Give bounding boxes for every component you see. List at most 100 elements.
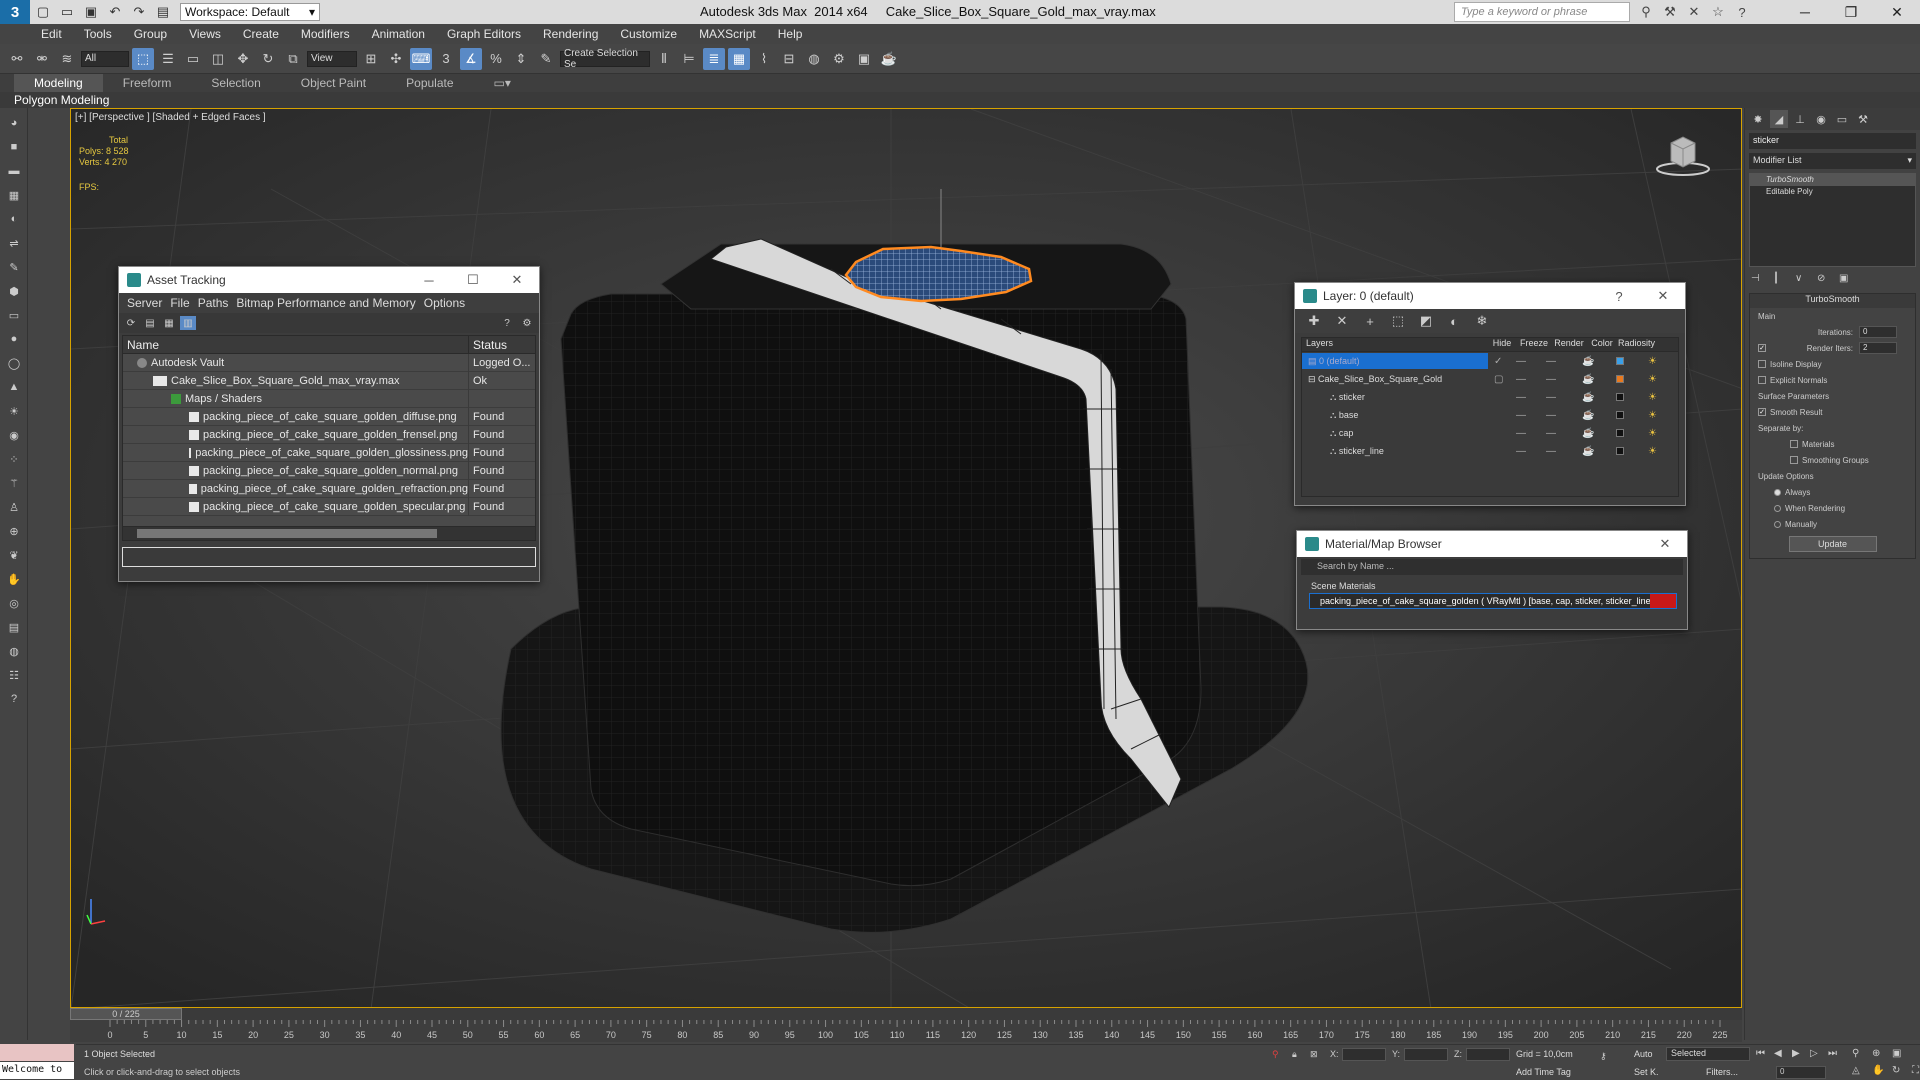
plane-icon[interactable]: ▬ [3, 162, 25, 180]
list-icon[interactable]: ☷ [3, 666, 25, 684]
layer-row[interactable]: ▤ 0 (default) ✓ — — ☕ ☀ [1302, 352, 1678, 370]
z-coordinate-field[interactable] [1466, 1048, 1510, 1061]
search-icon[interactable]: ⚲ [1636, 2, 1656, 22]
torus-icon[interactable]: ◯ [3, 354, 25, 372]
track-bar-ruler[interactable]: 0 5 10 15 20 25 30 35 40 45 50 55 60 65 70 75 80 85 90 95 10… [70, 1020, 1742, 1042]
key-filter-dropdown[interactable]: Selected [1666, 1047, 1750, 1061]
subscription-icon[interactable]: ⚒ [1660, 2, 1680, 22]
key-filters-button[interactable]: Filters... [1706, 1067, 1738, 1077]
y-coordinate-field[interactable] [1404, 1048, 1448, 1061]
spinner-snap-icon[interactable]: ⇕ [510, 48, 532, 70]
material-browser-titlebar[interactable]: Material/Map Browser ✕ [1297, 531, 1687, 557]
viewcube-icon[interactable] [1655, 133, 1711, 177]
tab-object-paint[interactable]: Object Paint [281, 74, 386, 92]
smoothing-groups-row[interactable]: Smoothing Groups [1750, 452, 1915, 468]
time-slider[interactable]: 0 / 225 [70, 1008, 182, 1020]
window-crossing-icon[interactable]: ◫ [207, 48, 229, 70]
maximize-icon[interactable]: ❐ [1828, 0, 1874, 24]
material-editor-icon[interactable]: ◍ [803, 48, 825, 70]
globe-icon[interactable]: ◎ [3, 594, 25, 612]
asset-menu-options[interactable]: Options [420, 296, 469, 310]
column-render[interactable]: Render [1552, 338, 1586, 351]
material-item[interactable]: packing_piece_of_cake_square_golden ( VR… [1309, 593, 1677, 609]
explicit-normals-checkbox[interactable] [1758, 376, 1766, 384]
select-in-layer-icon[interactable]: ⬚ [1389, 312, 1407, 330]
menu-animation[interactable]: Animation [361, 27, 436, 41]
horizontal-scrollbar[interactable] [123, 526, 535, 540]
unlink-icon[interactable]: ⚮ [31, 48, 53, 70]
radiosity-icon[interactable]: ☀ [1648, 356, 1657, 367]
maximize-icon[interactable]: ☐ [451, 267, 495, 293]
paint-icon[interactable]: ✎ [3, 258, 25, 276]
hierarchy-tab-icon[interactable]: ⊥ [1791, 110, 1809, 128]
render-production-icon[interactable]: ☕ [878, 48, 900, 70]
viewport-label[interactable]: [+] [Perspective ] [Shaded + Edged Faces… [75, 112, 266, 123]
render-teapot-icon[interactable]: ☕ [1582, 356, 1594, 367]
when-rendering-radio[interactable] [1774, 504, 1781, 512]
make-unique-icon[interactable]: ∨ [1795, 273, 1811, 285]
add-time-tag[interactable]: Add Time Tag [1516, 1067, 1571, 1077]
tab-modeling[interactable]: Modeling [14, 74, 103, 92]
rotate-icon[interactable]: ↻ [257, 48, 279, 70]
isoline-checkbox[interactable] [1758, 360, 1766, 368]
maxscript-mini-listener[interactable]: Welcome to [0, 1044, 74, 1080]
render-teapot-icon[interactable]: ☕ [1582, 392, 1594, 403]
object-color-swatch[interactable] [1616, 429, 1624, 437]
column-name[interactable]: Name [123, 336, 469, 353]
key-icon[interactable]: ⚷ [1600, 1051, 1607, 1062]
lock-selection-icon[interactable]: 🔒︎ [1292, 1049, 1297, 1060]
edit-named-selection-icon[interactable]: ✎ [535, 48, 557, 70]
schematic-view-icon[interactable]: ⊟ [778, 48, 800, 70]
render-teapot-icon[interactable]: ☕ [1582, 446, 1594, 457]
bind-spacewarp-icon[interactable]: ≋ [56, 48, 78, 70]
help-circle-icon[interactable]: ? [3, 690, 25, 708]
go-to-end-icon[interactable]: ⏭ [1828, 1048, 1837, 1059]
freeze-all-icon[interactable]: ❄ [1473, 312, 1491, 330]
remove-modifier-icon[interactable]: ⊘ [1817, 273, 1833, 285]
new-layer-icon[interactable]: ✚ [1305, 312, 1323, 330]
teapot-icon[interactable]: ◕ [3, 114, 25, 132]
layer-manager-window[interactable]: Layer: 0 (default) ? ✕ ✚ ✕ + ⬚ ◩ ◐ ❄ Lay… [1294, 282, 1686, 506]
table-row[interactable]: packing_piece_of_cake_square_golden_spec… [123, 497, 535, 516]
render-iters-spinner[interactable]: 2 [1859, 342, 1897, 354]
listener-input[interactable]: Welcome to [0, 1062, 74, 1079]
always-row[interactable]: Always [1750, 484, 1915, 500]
refresh-icon[interactable]: ⟳ [123, 316, 139, 330]
modifier-list-dropdown[interactable]: Modifier List ▾ [1749, 153, 1916, 169]
create-tab-icon[interactable]: ✸ [1749, 110, 1767, 128]
help-icon[interactable]: ? [1732, 2, 1752, 22]
asset-menu-server[interactable]: Server [123, 296, 166, 310]
material-search-input[interactable]: Search by Name ... [1301, 559, 1683, 575]
manually-radio[interactable] [1774, 520, 1781, 528]
radiosity-icon[interactable]: ☀ [1648, 410, 1657, 421]
time-slider-track[interactable]: 0 / 225 [70, 1008, 1742, 1020]
close-icon[interactable]: ✕ [1643, 531, 1687, 557]
show-end-result-icon[interactable]: ┃ [1773, 273, 1789, 285]
material-map-browser-window[interactable]: Material/Map Browser ✕ Search by Name ..… [1296, 530, 1688, 630]
go-to-start-icon[interactable]: ⏮ [1756, 1048, 1765, 1059]
slider-icon[interactable]: ⇌ [3, 234, 25, 252]
select-manipulate-icon[interactable]: ✣ [385, 48, 407, 70]
radiosity-icon[interactable]: ☀ [1648, 446, 1657, 457]
column-hide[interactable]: Hide [1488, 338, 1516, 351]
hide-toggle[interactable]: — [1516, 392, 1526, 403]
grid-icon[interactable]: ▦ [3, 186, 25, 204]
link-icon[interactable]: ⚯ [6, 48, 28, 70]
freeze-toggle[interactable]: — [1546, 428, 1556, 439]
table-view-icon[interactable]: ▦ [161, 316, 177, 330]
select-by-name-icon[interactable]: ☰ [157, 48, 179, 70]
zoom-all-icon[interactable]: ⊕ [1872, 1048, 1880, 1059]
mirror-icon[interactable]: ⫴ [653, 48, 675, 70]
hide-toggle[interactable]: — [1516, 446, 1526, 457]
freeze-toggle[interactable]: — [1546, 374, 1556, 385]
new-file-icon[interactable]: ▢ [32, 2, 54, 22]
reference-coordinate-dropdown[interactable]: View [307, 50, 357, 67]
box-icon[interactable]: ■ [3, 138, 25, 156]
menu-customize[interactable]: Customize [609, 27, 688, 41]
smoothing-groups-checkbox[interactable] [1790, 456, 1798, 464]
hide-toggle[interactable]: — [1516, 410, 1526, 421]
highlight-layer-icon[interactable]: ◩ [1417, 312, 1435, 330]
close-icon[interactable]: ✕ [1641, 283, 1685, 309]
layer-row[interactable]: ⛬ base — — ☕ ☀ [1302, 406, 1678, 424]
hand-icon[interactable]: ✋ [3, 570, 25, 588]
